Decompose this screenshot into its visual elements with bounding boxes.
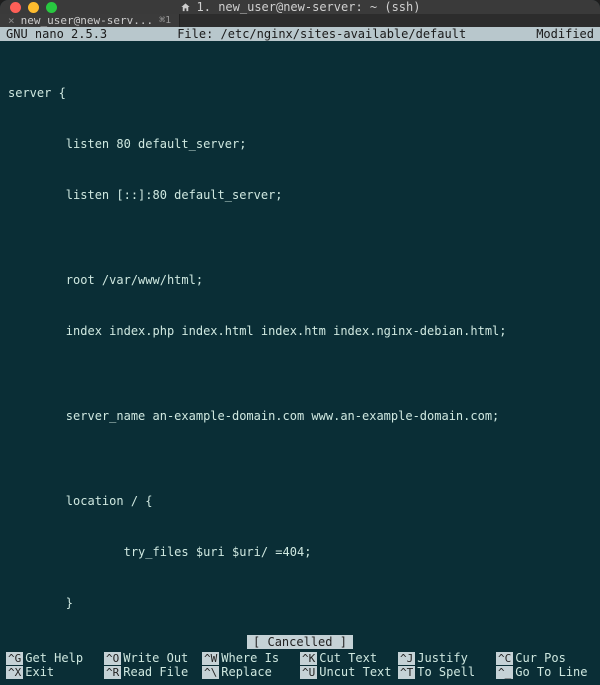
shortcut-get-help[interactable]: ^GGet Help xyxy=(6,651,104,665)
nano-footer: ^GGet Help ^OWrite Out ^WWhere Is ^KCut … xyxy=(0,649,600,685)
shortcut-label: Go To Line xyxy=(515,665,587,679)
shortcut-label: Justify xyxy=(417,651,468,665)
key-label: ^U xyxy=(300,666,317,679)
close-tab-icon[interactable]: × xyxy=(8,14,15,27)
code-line: try_files $uri $uri/ =404; xyxy=(8,544,592,561)
nano-modified-label: Modified xyxy=(536,27,594,41)
key-label: ^X xyxy=(6,666,23,679)
shortcut-label: Write Out xyxy=(123,651,188,665)
code-line: location / { xyxy=(8,493,592,510)
footer-row-2: ^XExit ^RRead File ^\Replace ^UUncut Tex… xyxy=(6,665,594,679)
shortcut-label: Cur Pos xyxy=(515,651,566,665)
home-icon xyxy=(180,2,191,13)
terminal-tab[interactable]: × new_user@new-serv... ⌘1 xyxy=(0,14,180,27)
shortcut-label: Read File xyxy=(123,665,188,679)
shortcut-exit[interactable]: ^XExit xyxy=(6,665,104,679)
footer-row-1: ^GGet Help ^OWrite Out ^WWhere Is ^KCut … xyxy=(6,651,594,665)
maximize-window-button[interactable] xyxy=(46,2,57,13)
shortcut-uncut-text[interactable]: ^UUncut Text xyxy=(300,665,398,679)
shortcut-where-is[interactable]: ^WWhere Is xyxy=(202,651,300,665)
key-label: ^K xyxy=(300,652,317,665)
key-label: ^\ xyxy=(202,666,219,679)
nano-status-message: [ Cancelled ] xyxy=(247,635,353,649)
key-label: ^O xyxy=(104,652,121,665)
shortcut-replace[interactable]: ^\Replace xyxy=(202,665,300,679)
shortcut-label: Uncut Text xyxy=(319,665,391,679)
code-line: server { xyxy=(8,85,592,102)
nano-header: GNU nano 2.5.3 File: /etc/nginx/sites-av… xyxy=(0,27,600,41)
code-line: listen [::]:80 default_server; xyxy=(8,187,592,204)
nano-status-row: [ Cancelled ] xyxy=(0,633,600,649)
shortcut-label: Cut Text xyxy=(319,651,377,665)
nano-file-label: File: /etc/nginx/sites-available/default xyxy=(107,27,536,41)
window-title: 1. new_user@new-server: ~ (ssh) xyxy=(197,0,421,14)
shortcut-cut-text[interactable]: ^KCut Text xyxy=(300,651,398,665)
shortcut-write-out[interactable]: ^OWrite Out xyxy=(104,651,202,665)
key-label: ^J xyxy=(398,652,415,665)
shortcut-justify[interactable]: ^JJustify xyxy=(398,651,496,665)
tab-bar: × new_user@new-serv... ⌘1 xyxy=(0,14,600,27)
key-label: ^C xyxy=(496,652,513,665)
shortcut-to-spell[interactable]: ^TTo Spell xyxy=(398,665,496,679)
shortcut-read-file[interactable]: ^RRead File xyxy=(104,665,202,679)
tab-shortcut: ⌘1 xyxy=(159,15,171,26)
code-line: index index.php index.html index.htm ind… xyxy=(8,323,592,340)
tab-label: new_user@new-serv... xyxy=(21,14,153,27)
shortcut-cur-pos[interactable]: ^CCur Pos xyxy=(496,651,594,665)
shortcut-label: Replace xyxy=(221,665,272,679)
key-label: ^R xyxy=(104,666,121,679)
code-line: root /var/www/html; xyxy=(8,272,592,289)
key-label: ^W xyxy=(202,652,219,665)
terminal-window: 1. new_user@new-server: ~ (ssh) × new_us… xyxy=(0,0,600,685)
shortcut-label: Exit xyxy=(25,665,54,679)
close-window-button[interactable] xyxy=(10,2,21,13)
code-line: listen 80 default_server; xyxy=(8,136,592,153)
code-line: } xyxy=(8,595,592,612)
key-label: ^T xyxy=(398,666,415,679)
code-line: server_name an-example-domain.com www.an… xyxy=(8,408,592,425)
minimize-window-button[interactable] xyxy=(28,2,39,13)
nano-version: GNU nano 2.5.3 xyxy=(6,27,107,41)
titlebar: 1. new_user@new-server: ~ (ssh) xyxy=(0,0,600,14)
key-label: ^_ xyxy=(496,666,513,679)
shortcut-go-to-line[interactable]: ^_Go To Line xyxy=(496,665,594,679)
traffic-lights xyxy=(10,2,57,13)
shortcut-label: Where Is xyxy=(221,651,279,665)
shortcut-label: To Spell xyxy=(417,665,475,679)
key-label: ^G xyxy=(6,652,23,665)
shortcut-label: Get Help xyxy=(25,651,83,665)
editor-area[interactable]: server { listen 80 default_server; liste… xyxy=(0,41,600,633)
